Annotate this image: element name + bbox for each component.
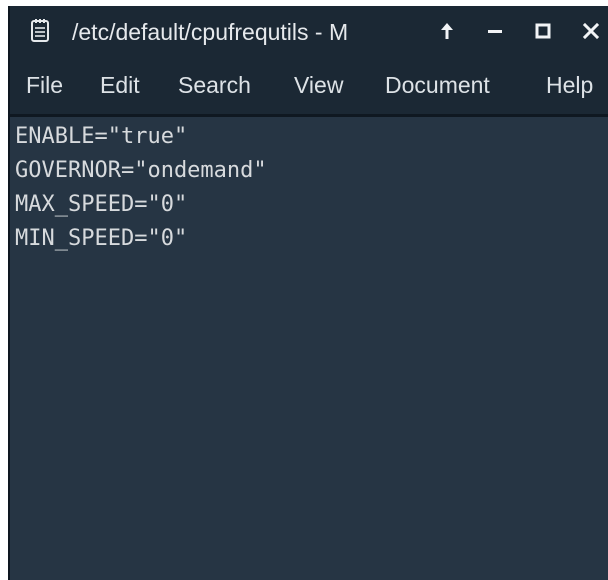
menu-bar: File Edit Search View Document Help <box>10 56 608 114</box>
minimize-button[interactable] <box>480 16 510 46</box>
maximize-button[interactable] <box>528 16 558 46</box>
menu-search[interactable]: Search <box>178 70 251 100</box>
editor-line-2[interactable]: GOVERNOR="ondemand" <box>15 154 267 188</box>
minimize-icon <box>488 30 502 33</box>
editor-line-1[interactable]: ENABLE="true" <box>15 120 187 154</box>
close-icon <box>582 22 600 40</box>
menu-document[interactable]: Document <box>385 70 490 100</box>
arrow-up-icon <box>441 23 453 39</box>
title-bar[interactable]: /etc/default/cpufrequtils - M <box>10 6 608 56</box>
notepad-icon <box>30 18 50 42</box>
window-title: /etc/default/cpufrequtils - M <box>72 19 349 45</box>
text-editor-window: /etc/default/cpufrequtils - M File Edit … <box>8 6 608 580</box>
keep-above-button[interactable] <box>432 16 462 46</box>
text-editor-area[interactable]: ENABLE="true" GOVERNOR="ondemand" MAX_SP… <box>10 117 608 580</box>
close-button[interactable] <box>576 16 606 46</box>
editor-line-3[interactable]: MAX_SPEED="0" <box>15 188 187 222</box>
menu-view[interactable]: View <box>294 70 343 100</box>
menu-edit[interactable]: Edit <box>100 70 140 100</box>
editor-line-4[interactable]: MIN_SPEED="0" <box>15 222 187 256</box>
maximize-icon <box>535 23 551 39</box>
menu-file[interactable]: File <box>26 70 63 100</box>
menu-help[interactable]: Help <box>546 70 593 100</box>
